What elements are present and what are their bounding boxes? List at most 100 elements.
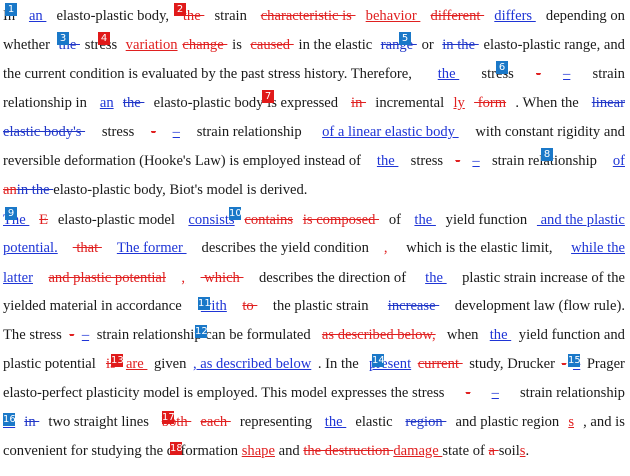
text-run: . [525,443,530,459]
revision-marker[interactable]: 7 [262,90,274,103]
revision-marker[interactable]: 4 [98,32,110,45]
text-run: study, Drucker [469,356,555,372]
inserted-text: shape [241,443,275,459]
text-line: In an elasto-plastic body, the strain ch… [3,8,625,25]
text-line: convenient for studying the deformation … [3,443,529,460]
deleted-text: - [455,153,461,169]
text-run: the plastic strain [272,298,373,314]
text-run: or [421,37,438,53]
text-line: latter and plastic potential, which descr… [3,270,625,287]
text-run: elasto-plastic range, and [483,37,625,53]
inserted-text: , [181,270,186,286]
inserted-text: differs [494,8,536,24]
text-run: describes the direction of [258,270,410,286]
revision-marker[interactable]: 18 [170,442,183,455]
revision-marker[interactable]: 1 [5,3,17,16]
deleted-text: current [417,356,463,372]
text-run: plastic strain increase of the [462,270,625,286]
deleted-text: increase [387,298,440,314]
text-line: potential. that The former describes the… [3,240,625,257]
text-run: yielded material in accordance [3,298,186,314]
deleted-text: contains [244,212,294,228]
text-line: yielded material in accordance with to th… [3,298,625,315]
text-run: depending on [545,8,625,24]
text-run: of [388,212,405,228]
deleted-text: in the [442,37,479,53]
deleted-text: and plastic potential [48,270,166,286]
deleted-text: form [474,95,507,111]
inserted-text: the [489,327,512,343]
text-run: stress [410,153,444,169]
text-line: relationship in an the elasto-plastic bod… [3,95,625,112]
deleted-text: elastic body's [3,124,86,140]
text-run: the current condition is evaluated by th… [3,66,416,82]
deleted-text: an [3,182,17,198]
text-run: soil [498,443,520,459]
text-run: and plastic region [455,414,560,430]
deleted-text: - [69,327,75,343]
deleted-text: the [182,8,205,24]
deleted-text: as described below, [321,327,436,343]
text-run: The stress [3,327,62,343]
inserted-text: while the [571,240,625,256]
text-line: reversible deformation (Hooke's Law) is … [3,153,625,170]
text-run: Prager [586,356,625,372]
deleted-text: is composed [302,212,380,228]
inserted-text: behavior [365,8,421,24]
revision-marker[interactable]: 11 [198,297,211,310]
text-run: elastic [355,414,397,430]
text-run: whether [3,37,54,53]
inserted-text: potential. [3,240,58,256]
text-run: elasto-plastic body, [56,8,173,24]
inserted-text: , as described below [192,356,312,372]
text-line: elastic body's stress - – strain relationsh… [3,124,625,141]
deleted-text: E [39,212,49,228]
text-run: state of [442,443,489,459]
inserted-text: The former [116,240,187,256]
text-run: development law (flow rule). [454,298,625,314]
revision-marker[interactable]: 5 [399,32,411,45]
revision-marker[interactable]: 3 [57,32,69,45]
deleted-text: which [200,270,244,286]
inserted-text: an [28,8,47,24]
deleted-text: each [200,414,231,430]
text-line: plastic potential is are given, as descr… [3,356,625,373]
text-run: . In the [317,356,363,372]
text-run: which is the elastic limit, [402,240,557,256]
deleted-text: region [405,414,447,430]
inserted-text: and the plastic [536,212,625,228]
text-run: strain relationship [520,385,625,401]
revision-marker[interactable]: 12 [195,325,208,338]
deleted-text: different [430,8,485,24]
text-line: The Eelasto-plastic model consists contai… [3,212,625,229]
revision-marker[interactable]: 17 [162,411,175,424]
deleted-text: caused [250,37,294,53]
inserted-text: the [425,270,447,286]
deleted-text: to [242,298,258,314]
text-line: whether the stress variation change is ca… [3,37,625,54]
revision-marker[interactable]: 9 [5,207,17,220]
revision-marker[interactable]: 15 [568,354,581,367]
revision-marker[interactable]: 2 [174,3,186,16]
inserted-text: the [376,153,399,169]
deleted-text: characteristic is [260,8,356,24]
deleted-text: change [182,37,228,53]
text-run: is [232,37,246,53]
revision-marker[interactable]: 8 [541,148,553,161]
inserted-text: an [99,95,114,111]
revision-marker[interactable]: 14 [372,354,385,367]
text-line: The stress - – strain relationship can be f… [3,327,625,344]
deleted-text: in [351,95,367,111]
inserted-text: ly [453,95,465,111]
inserted-text: damage [393,443,443,459]
inserted-text: the [324,414,347,430]
revision-marker[interactable]: 10 [229,207,242,220]
inserted-text: latter [3,270,33,286]
revision-marker[interactable]: 16 [3,413,16,426]
inserted-text: – [563,66,571,82]
deleted-text: linear [591,95,625,111]
text-run: with constant rigidity and [475,124,625,140]
deleted-text: in the [16,182,54,198]
revision-marker[interactable]: 6 [496,61,508,74]
revision-marker[interactable]: 13 [111,354,124,367]
